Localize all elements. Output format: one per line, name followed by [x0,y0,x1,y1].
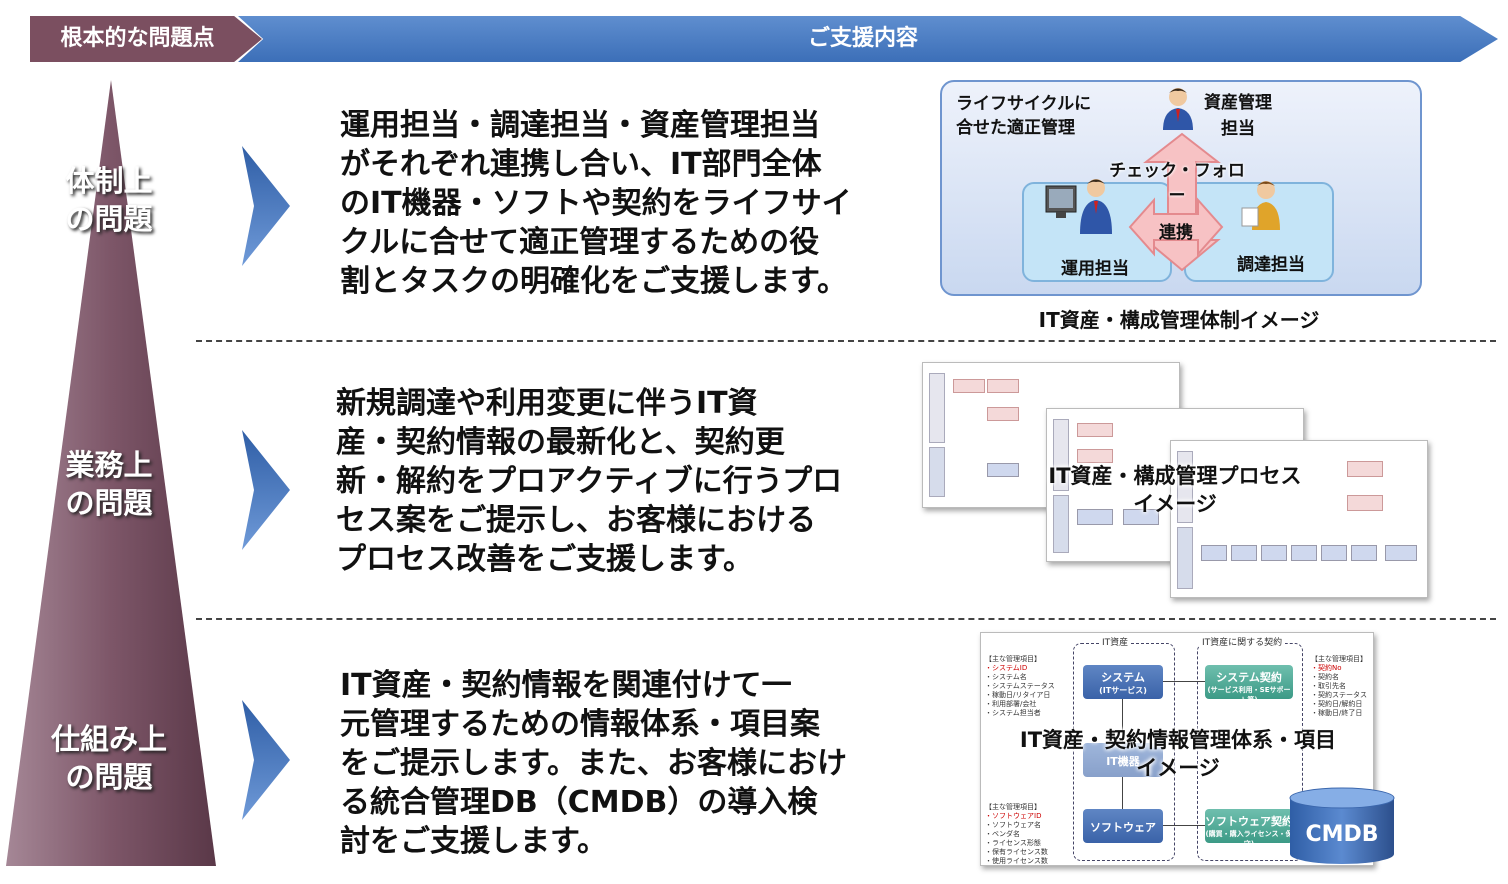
chevron-right-icon [242,700,290,820]
contract-items-list: 【主な管理項目】 ・契約No ・契約名 ・取引先名 ・契約ステータス ・契約日/… [1311,655,1367,717]
software-contract-node: ソフトウェア契約 (購買・購入ライセンス・保守) [1205,809,1293,848]
support-text-system: IT資産・契約情報を関連付けて一 元管理するための情報体系・項目案 をご提示します。… [340,668,847,859]
chevron-right-icon [242,430,290,550]
header-support-label: ご支援内容 [807,26,918,51]
header-problem-label: 根本的な問題点 [60,26,215,51]
system-node: システム (ITサービス) [1083,665,1163,699]
support-text-organization: 運用担当・調達担当・資産管理担当 がそれぞれ連携し合い、IT部門全体 のIT機器・ソ… [340,108,852,299]
chevron-right-icon [242,146,290,266]
problem-organization: 体制上 の問題 [65,164,153,236]
cmdb-label: CMDB [1305,822,1379,847]
ops-label: 運用担当 [1061,259,1129,279]
person-computer-icon [1045,179,1112,234]
problem-system: 仕組み上 の問題 [50,722,167,794]
system-items-list: 【主な管理項目】 ・システムID ・システム名 ・システムステータス ・稼動日/… [985,655,1055,717]
contracts-group-label: IT資産に関する契約 [1199,639,1286,648]
procurement-label: 調達担当 [1237,255,1305,275]
link-label: 連携 [1159,223,1193,243]
support-text-business: 新規調達や利用変更に伴うIT資 産・契約情報の最新化と、契約更 新・解約をプロアクテ… [336,386,843,577]
person-clipboard-icon [1241,181,1280,230]
software-node: ソフトウェア [1083,809,1163,843]
person-icon [1163,88,1193,130]
org-diagram-caption: IT資産・構成管理体制イメージ [1038,308,1320,332]
info-image-title: IT資産・契約情報管理体系・項目 イメージ [1019,728,1337,780]
software-items-list: 【主な管理項目】 ・ソフトウェアID ・ソフトウェア名 ・ベンダ名 ・ライセンス… [985,803,1048,865]
section-divider [196,340,1496,342]
problem-business: 業務上 の問題 [65,448,153,520]
section-divider [196,618,1496,620]
process-image-title: IT資産・構成管理プロセス イメージ [1048,464,1302,516]
lifecycle-label: ライフサイクルに 合せた適正管理 [956,94,1092,138]
system-contract-node: システム契約 (サービス利用・SEサポート等) [1205,665,1293,704]
it-assets-group-label: IT資産 [1099,639,1132,648]
check-follow-label: チェック・フォロー [1109,161,1245,206]
